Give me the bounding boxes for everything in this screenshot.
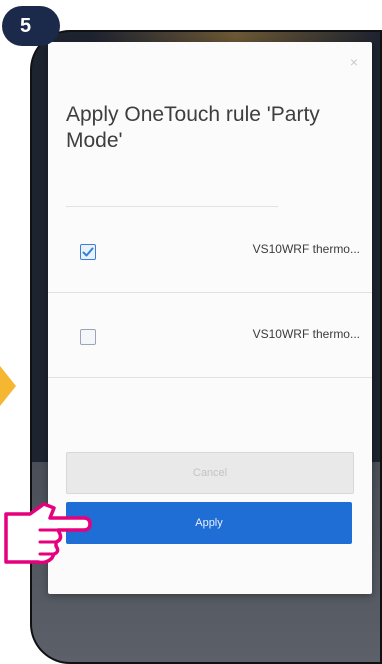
title-divider <box>66 206 278 207</box>
checkmark-icon <box>82 247 94 257</box>
device-checkbox-2[interactable] <box>80 329 96 345</box>
phone-top-edge <box>92 32 380 42</box>
pointing-hand-icon <box>4 502 92 565</box>
device-row-2[interactable]: VS10WRF thermo... <box>48 293 372 378</box>
close-icon[interactable]: × <box>350 54 358 70</box>
apply-rule-dialog: × Apply OneTouch rule 'Party Mode' VS10W… <box>48 42 372 594</box>
arrow-hint-icon <box>0 366 16 406</box>
step-number: 5 <box>20 14 32 37</box>
device-label-2: VS10WRF thermo... <box>252 327 360 341</box>
cancel-button[interactable]: Cancel <box>66 452 354 494</box>
device-row-1[interactable]: VS10WRF thermo... <box>48 208 372 293</box>
device-label-1: VS10WRF thermo... <box>252 242 360 256</box>
device-checkbox-1[interactable] <box>80 244 96 260</box>
dialog-title: Apply OneTouch rule 'Party Mode' <box>66 103 320 152</box>
apply-button[interactable]: Apply <box>66 502 352 544</box>
step-number-badge: 5 <box>2 6 60 46</box>
